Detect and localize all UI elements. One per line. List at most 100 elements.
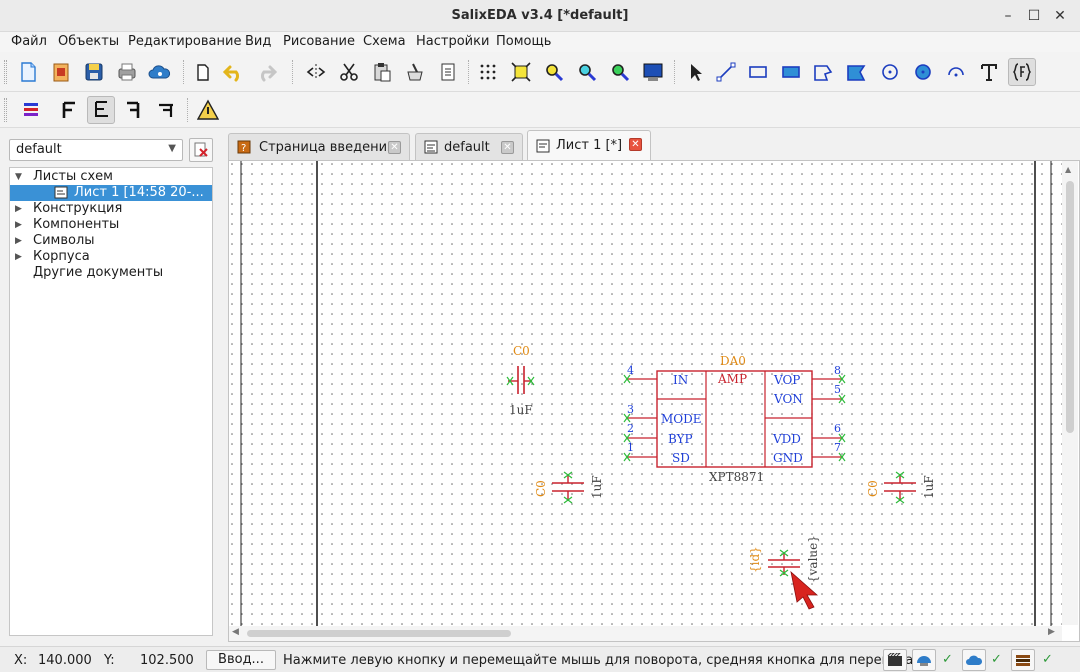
chevron-right-icon[interactable]: ▶ <box>15 233 22 249</box>
cut-icon[interactable] <box>335 58 363 86</box>
vertical-scroll-thumb[interactable] <box>1066 181 1074 433</box>
mirror-icon[interactable] <box>302 58 330 86</box>
toolbar-grip[interactable] <box>4 60 7 84</box>
status-ok-icon: ✓ <box>991 652 1002 667</box>
network-icon[interactable] <box>912 649 936 671</box>
zoom-out-icon[interactable] <box>573 58 601 86</box>
tree-item-other-documents[interactable]: Другие документы <box>10 265 212 281</box>
field-tool-icon[interactable] <box>1008 58 1036 86</box>
close-icon[interactable]: ✕ <box>629 138 642 151</box>
input-button[interactable]: Ввод... <box>206 650 276 670</box>
sheet-icon <box>536 139 550 152</box>
draw-filled-rect-icon[interactable] <box>777 58 805 86</box>
text-align-left-icon[interactable] <box>55 96 83 124</box>
menu-schematic[interactable]: Схема <box>363 34 406 49</box>
chevron-right-icon[interactable]: ▶ <box>15 217 22 233</box>
draw-arc-icon[interactable] <box>942 58 970 86</box>
tree-item-sheet-1[interactable]: Лист 1 [14:58 20-... <box>10 185 212 201</box>
zoom-fit-icon[interactable] <box>507 58 535 86</box>
document-tabs: ? Страница введения ✕ default ✕ Лист 1 [… <box>228 130 1080 160</box>
title-bar: SalixEDA v3.4 [*default] – ☐ ✕ <box>0 0 1080 32</box>
vertical-scrollbar[interactable]: ▲ <box>1062 161 1078 625</box>
save-icon[interactable] <box>80 58 108 86</box>
text-align-bottom-icon[interactable] <box>87 96 115 124</box>
tree-item-symbols[interactable]: ▶ Символы <box>10 233 212 249</box>
library-icon[interactable] <box>1011 649 1035 671</box>
svg-text:MODE: MODE <box>661 412 702 426</box>
svg-text:SD: SD <box>672 451 690 465</box>
cloud-icon[interactable] <box>146 58 174 86</box>
menu-file[interactable]: Файл <box>11 34 47 49</box>
warning-icon[interactable] <box>194 96 222 124</box>
project-selector[interactable]: default ▼ <box>9 139 183 161</box>
properties-icon[interactable] <box>434 58 462 86</box>
cloud-sync-icon[interactable] <box>962 649 986 671</box>
chevron-right-icon[interactable]: ▶ <box>15 201 22 217</box>
tab-sheet-1[interactable]: Лист 1 [*] ✕ <box>527 130 651 160</box>
schematic-drawing[interactable]: C0 1uF C0 1uF C0 1uF {id} {value} DA0 AM… <box>229 161 1062 626</box>
menu-help[interactable]: Помощь <box>496 34 551 49</box>
tree-item-schematic-sheets[interactable]: ▼ Листы схем <box>10 169 212 185</box>
draw-line-icon[interactable] <box>712 58 740 86</box>
menu-settings[interactable]: Настройки <box>416 34 489 49</box>
horizontal-scrollbar[interactable]: ◀ ▶ <box>229 626 1062 641</box>
minimize-button[interactable]: – <box>998 6 1018 26</box>
menu-edit[interactable]: Редактирование <box>128 34 241 49</box>
chevron-right-icon[interactable]: ▶ <box>15 249 22 265</box>
close-button[interactable]: ✕ <box>1050 6 1070 26</box>
print-icon[interactable] <box>113 58 141 86</box>
toolbar-separator <box>292 60 293 84</box>
layers-icon[interactable] <box>17 96 45 124</box>
scroll-right-icon[interactable]: ▶ <box>1048 627 1055 637</box>
close-icon[interactable]: ✕ <box>501 141 514 154</box>
film-icon[interactable] <box>883 649 907 671</box>
tree-item-packages[interactable]: ▶ Корпуса <box>10 249 212 265</box>
clean-icon[interactable] <box>401 58 429 86</box>
draw-filled-polygon-icon[interactable] <box>842 58 870 86</box>
svg-text:6: 6 <box>834 422 841 435</box>
chevron-down-icon[interactable]: ▼ <box>15 169 22 185</box>
menu-draw[interactable]: Рисование <box>283 34 355 49</box>
schematic-canvas[interactable]: C0 1uF C0 1uF C0 1uF {id} {value} DA0 AM… <box>228 160 1080 642</box>
tree-item-components[interactable]: ▶ Компоненты <box>10 217 212 233</box>
zoom-window-icon[interactable] <box>606 58 634 86</box>
new-file-icon[interactable] <box>14 58 42 86</box>
open-project-icon[interactable] <box>47 58 75 86</box>
screen-icon[interactable] <box>639 58 667 86</box>
help-page-icon: ? <box>237 140 251 154</box>
project-selector-value: default <box>16 142 62 157</box>
paste-icon[interactable] <box>368 58 396 86</box>
svg-text:VDD: VDD <box>772 432 801 446</box>
zoom-in-icon[interactable] <box>540 58 568 86</box>
new-sheet-icon[interactable] <box>188 58 216 86</box>
draw-circle-icon[interactable] <box>876 58 904 86</box>
scroll-left-icon[interactable]: ◀ <box>232 627 239 637</box>
delete-project-button[interactable] <box>189 138 213 162</box>
maximize-button[interactable]: ☐ <box>1024 6 1044 26</box>
text-align-top-icon[interactable] <box>152 96 180 124</box>
toolbar-grip[interactable] <box>4 98 7 122</box>
scroll-up-icon[interactable]: ▲ <box>1065 165 1071 174</box>
tab-intro-page[interactable]: ? Страница введения ✕ <box>228 133 410 160</box>
close-icon[interactable]: ✕ <box>388 141 401 154</box>
tab-default[interactable]: default ✕ <box>415 133 523 160</box>
menu-view[interactable]: Вид <box>245 34 271 49</box>
svg-text:VON: VON <box>773 392 803 406</box>
cap-ref-label: C0 <box>513 344 530 358</box>
status-ok-icon: ✓ <box>942 652 953 667</box>
menu-objects[interactable]: Объекты <box>58 34 119 49</box>
draw-filled-circle-icon[interactable] <box>909 58 937 86</box>
project-tree[interactable]: ▼ Листы схем Лист 1 [14:58 20-... ▶ Конс… <box>9 167 213 636</box>
undo-icon[interactable] <box>220 58 248 86</box>
text-align-right-icon[interactable] <box>119 96 147 124</box>
draw-rect-icon[interactable] <box>744 58 772 86</box>
tree-item-construction[interactable]: ▶ Конструкция <box>10 201 212 217</box>
text-tool-icon[interactable] <box>975 58 1003 86</box>
svg-text:1: 1 <box>627 441 634 454</box>
select-arrow-icon[interactable] <box>681 58 709 86</box>
status-ok-icon: ✓ <box>1042 652 1053 667</box>
grid-icon[interactable] <box>474 58 502 86</box>
draw-polygon-icon[interactable] <box>809 58 837 86</box>
horizontal-scroll-thumb[interactable] <box>247 630 511 637</box>
redo-icon[interactable] <box>252 58 280 86</box>
